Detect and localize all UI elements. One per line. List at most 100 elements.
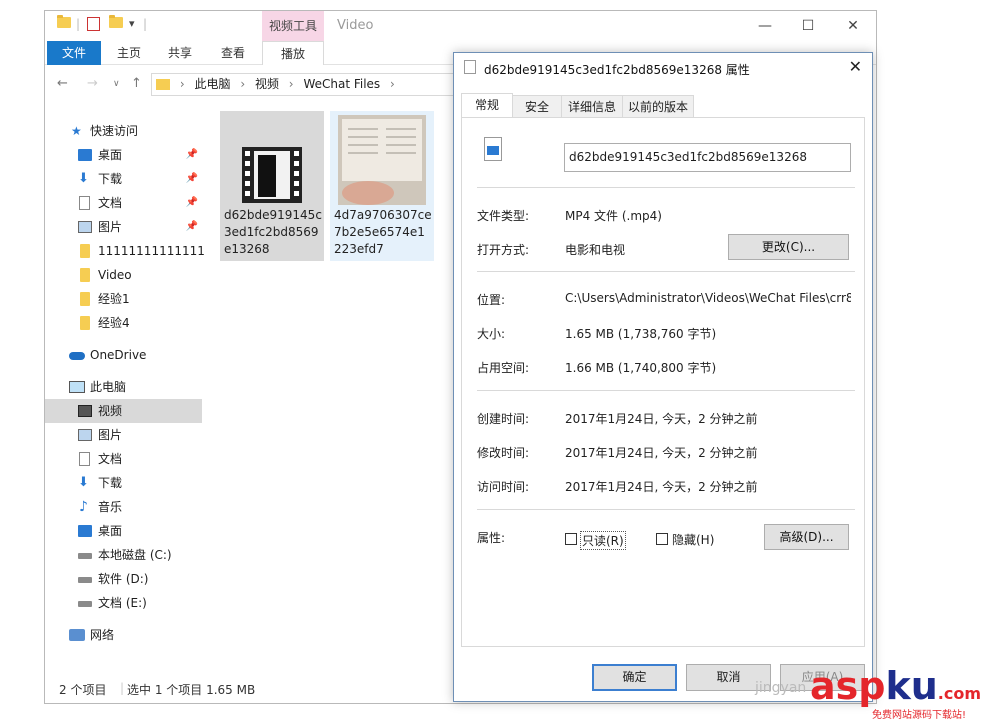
tab-previous-versions[interactable]: 以前的版本 [622, 95, 694, 117]
accessed-label: 访问时间: [477, 478, 529, 495]
folder-icon [57, 17, 71, 33]
nav-folder-video[interactable]: Video [45, 263, 202, 287]
nav-folder-111[interactable]: 11111111111111 [45, 239, 202, 263]
divider [477, 509, 855, 510]
nav-drive-d[interactable]: 软件 (D:) [45, 567, 202, 591]
properties-icon[interactable] [87, 17, 100, 31]
nav-label: 此电脑 [90, 375, 126, 399]
file-type-label: 文件类型: [477, 207, 529, 224]
hidden-label[interactable]: 隐藏(H) [672, 531, 714, 548]
tab-share[interactable]: 共享 [160, 41, 200, 65]
nav-drive-e[interactable]: 文档 (E:) [45, 591, 202, 615]
drive-icon [78, 553, 92, 559]
video-icon [78, 405, 92, 417]
nav-music[interactable]: ♪ 音乐 [45, 495, 202, 519]
nav-quick-access[interactable]: ★ 快速访问 [45, 119, 202, 143]
nav-documents-pc[interactable]: 文档 [45, 447, 202, 471]
navigation-pane: ★ 快速访问 桌面 📌 ⬇ 下载 📌 文档 📌 图片 📌 11111111111… [45, 111, 202, 671]
readonly-checkbox[interactable] [565, 533, 577, 545]
divider [477, 390, 855, 391]
pin-icon[interactable]: 📌 [186, 167, 198, 191]
separator: | [120, 681, 124, 695]
chevron-right-icon: › [240, 77, 245, 91]
file-tile-video-1[interactable]: d62bde919145c3ed1fc2bd8569e13268 [220, 111, 324, 261]
folder-icon [80, 316, 90, 330]
tab-play[interactable]: 播放 [262, 41, 324, 65]
nav-videos[interactable]: 视频 [45, 399, 202, 423]
file-name-input[interactable]: d62bde919145c3ed1fc2bd8569e13268 [564, 143, 851, 172]
nav-downloads-pc[interactable]: ⬇ 下载 [45, 471, 202, 495]
nav-desktop-pc[interactable]: 桌面 [45, 519, 202, 543]
tab-general[interactable]: 常规 [461, 93, 513, 118]
picture-icon [78, 429, 92, 441]
music-icon: ♪ [79, 495, 93, 507]
chevron-right-icon: › [180, 77, 185, 91]
nav-label: 桌面 [98, 519, 122, 543]
picture-icon [78, 221, 92, 233]
mp4-file-icon [464, 60, 476, 74]
tab-file[interactable]: 文件 [47, 41, 101, 65]
maximize-button[interactable]: ☐ [793, 15, 823, 37]
advanced-button[interactable]: 高级(D)... [764, 524, 849, 550]
nav-pictures[interactable]: 图片 📌 [45, 215, 202, 239]
nav-pictures-pc[interactable]: 图片 [45, 423, 202, 447]
watermark-ku: ku [885, 664, 937, 708]
new-folder-icon[interactable] [109, 17, 123, 33]
recent-locations-icon[interactable]: ∨ [113, 79, 120, 89]
location-label: 位置: [477, 291, 505, 308]
divider [477, 271, 855, 272]
nav-label: 文档 [98, 447, 122, 471]
watermark-asp: asp [810, 664, 885, 708]
tab-home[interactable]: 主页 [109, 41, 149, 65]
divider [477, 187, 855, 188]
forward-icon[interactable]: → [87, 76, 98, 91]
tab-details[interactable]: 详细信息 [561, 95, 623, 117]
nav-label: 图片 [98, 215, 122, 239]
customize-toolbar-icon[interactable]: ▾ [129, 17, 143, 33]
nav-onedrive[interactable]: OneDrive [45, 343, 202, 367]
size-label: 大小: [477, 325, 505, 342]
disk-size-value: 1.66 MB (1,740,800 字节) [565, 359, 716, 376]
dialog-close-button[interactable]: ✕ [849, 57, 862, 76]
nav-label: 文档 (E:) [98, 591, 147, 615]
nav-label: 软件 (D:) [98, 567, 148, 591]
nav-downloads[interactable]: ⬇ 下载 📌 [45, 167, 202, 191]
nav-folder-exp4[interactable]: 经验4 [45, 311, 202, 335]
nav-label: 下载 [98, 167, 122, 191]
drive-icon [78, 577, 92, 583]
hidden-checkbox[interactable] [656, 533, 668, 545]
separator: | [143, 17, 157, 33]
close-button[interactable]: ✕ [838, 15, 868, 37]
up-icon[interactable]: ↑ [131, 76, 142, 91]
breadcrumb-this-pc[interactable]: 此电脑 [194, 77, 230, 91]
tab-security[interactable]: 安全 [512, 95, 562, 117]
window-title: Video [337, 18, 373, 33]
breadcrumb-videos[interactable]: 视频 [255, 77, 279, 91]
drive-icon [78, 601, 92, 607]
breadcrumb-wechat-files[interactable]: WeChat Files [303, 77, 380, 91]
cloud-icon [69, 352, 85, 360]
item-count: 2 个项目 [59, 681, 106, 698]
ok-button[interactable]: 确定 [592, 664, 677, 691]
nav-label: 经验1 [98, 287, 130, 311]
pin-icon[interactable]: 📌 [186, 215, 198, 239]
nav-this-pc[interactable]: 此电脑 [45, 375, 202, 399]
address-bar[interactable]: › 此电脑 › 视频 › WeChat Files › [151, 73, 461, 96]
readonly-label[interactable]: 只读(R) [580, 531, 626, 550]
nav-network[interactable]: 网络 [45, 623, 202, 647]
pin-icon[interactable]: 📌 [186, 191, 198, 215]
video-thumbnail-icon [338, 115, 426, 205]
tab-view[interactable]: 查看 [213, 41, 253, 65]
nav-documents[interactable]: 文档 📌 [45, 191, 202, 215]
minimize-button[interactable]: — [750, 15, 780, 37]
pin-icon[interactable]: 📌 [186, 143, 198, 167]
nav-drive-c[interactable]: 本地磁盘 (C:) [45, 543, 202, 567]
watermark-jingyan: jingyan [755, 680, 806, 696]
nav-desktop[interactable]: 桌面 📌 [45, 143, 202, 167]
nav-folder-exp1[interactable]: 经验1 [45, 287, 202, 311]
nav-label: 视频 [98, 399, 122, 423]
back-icon[interactable]: ← [57, 76, 68, 91]
change-button[interactable]: 更改(C)... [728, 234, 849, 260]
file-tile-video-2[interactable]: 4d7a9706307ce7b2e5e6574e1223efd7 [330, 111, 434, 261]
nav-label: 网络 [90, 623, 114, 647]
